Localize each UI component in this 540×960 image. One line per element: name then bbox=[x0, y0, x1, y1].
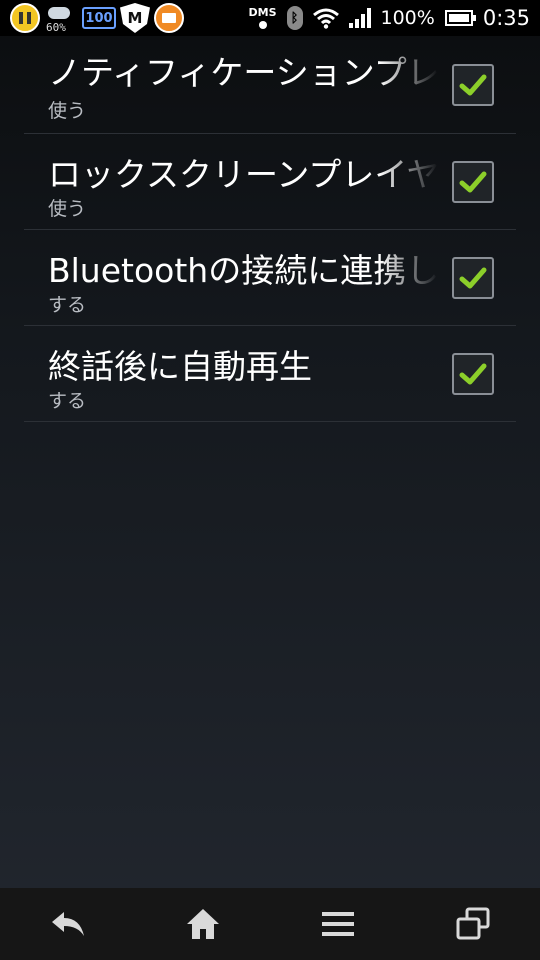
menu-button[interactable] bbox=[298, 894, 378, 954]
back-icon bbox=[51, 912, 84, 936]
setting-title: Bluetoothの接続に連携して bbox=[48, 251, 438, 290]
weather-percent: 60% bbox=[46, 21, 66, 34]
checkmark-icon bbox=[459, 171, 487, 193]
battery-percent: 100% bbox=[380, 7, 435, 29]
recent-apps-icon bbox=[456, 907, 489, 940]
notification-icons: 60% 100 M bbox=[0, 3, 184, 34]
back-button[interactable] bbox=[28, 894, 108, 954]
menu-icon bbox=[321, 912, 354, 936]
setting-summary: 使う bbox=[48, 100, 87, 122]
folder-icon bbox=[154, 3, 184, 33]
checkmark-icon bbox=[459, 267, 487, 289]
clock: 0:35 bbox=[482, 6, 530, 30]
setting-title: ノティフィケーションプレイヤー bbox=[48, 53, 438, 92]
setting-title: ロックスクリーンプレイヤー bbox=[48, 155, 438, 194]
shield-icon: M bbox=[120, 3, 150, 33]
setting-checkbox[interactable] bbox=[452, 161, 494, 203]
setting-summary: する bbox=[48, 390, 87, 412]
setting-summary: 使う bbox=[48, 198, 87, 220]
pause-icon bbox=[10, 3, 40, 33]
wifi-icon bbox=[312, 8, 339, 29]
status-bar: 60% 100 M DMS ᛒ 100% 0:35 bbox=[0, 0, 540, 36]
setting-checkbox[interactable] bbox=[452, 257, 494, 299]
battery-icon bbox=[444, 10, 476, 26]
setting-lockscreen-player[interactable]: ロックスクリーンプレイヤー 使う bbox=[24, 134, 516, 230]
home-button[interactable] bbox=[163, 894, 243, 954]
bluetooth-icon: ᛒ bbox=[286, 6, 303, 30]
settings-list: ノティフィケーションプレイヤー 使う ロックスクリーンプレイヤー 使う Blue… bbox=[24, 36, 516, 422]
setting-bluetooth-link[interactable]: Bluetoothの接続に連携して する bbox=[24, 230, 516, 326]
system-icons: DMS ᛒ 100% 0:35 bbox=[249, 6, 540, 30]
signal-icon bbox=[348, 8, 371, 28]
battery-widget-icon: 100 bbox=[82, 7, 116, 29]
setting-checkbox[interactable] bbox=[452, 64, 494, 106]
weather-icon: 60% bbox=[44, 3, 78, 34]
setting-title: 終話後に自動再生 bbox=[48, 347, 312, 386]
home-icon bbox=[186, 909, 219, 939]
navigation-bar bbox=[0, 888, 540, 960]
dms-label: DMS bbox=[248, 6, 277, 19]
dms-indicator: DMS bbox=[249, 7, 277, 29]
setting-summary: する bbox=[48, 294, 87, 316]
setting-checkbox[interactable] bbox=[452, 353, 494, 395]
checkmark-icon bbox=[459, 74, 487, 96]
checkmark-icon bbox=[459, 363, 487, 385]
setting-notification-player[interactable]: ノティフィケーションプレイヤー 使う bbox=[24, 36, 516, 134]
recent-apps-button[interactable] bbox=[433, 894, 513, 954]
setting-auto-play-after-call[interactable]: 終話後に自動再生 する bbox=[24, 326, 516, 422]
